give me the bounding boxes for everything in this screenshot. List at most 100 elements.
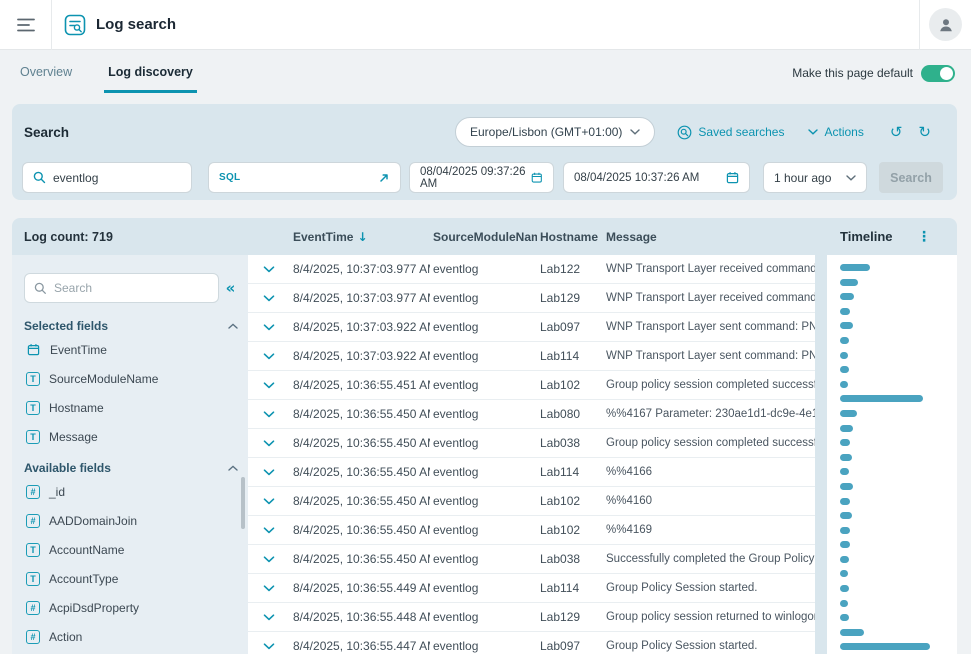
panel-gap xyxy=(815,255,827,654)
timeline-bar xyxy=(840,512,852,519)
cell-event-time: 8/4/2025, 10:36:55.450 AM xyxy=(290,516,430,544)
hamburger-icon xyxy=(17,18,35,32)
field-item[interactable]: TSourceModuleName xyxy=(24,364,238,393)
tab-overview[interactable]: Overview xyxy=(16,53,76,93)
column-header-sourcemodulename[interactable]: SourceModuleName xyxy=(430,230,537,244)
make-default-toggle[interactable] xyxy=(921,65,955,82)
column-header-hostname[interactable]: Hostname xyxy=(537,230,603,244)
expand-icon[interactable] xyxy=(378,172,390,184)
menu-toggle-button[interactable] xyxy=(0,0,52,50)
row-expand-button[interactable] xyxy=(248,545,290,573)
fields-search-box xyxy=(24,273,219,303)
chevron-down-icon xyxy=(263,266,275,273)
undo-icon[interactable]: ↺ xyxy=(890,123,903,141)
cell-event-time: 8/4/2025, 10:36:55.449 AM xyxy=(290,574,430,602)
timeline-bar xyxy=(840,585,849,592)
cell-message: Group policy session completed successfu… xyxy=(603,371,815,399)
search-button[interactable]: Search xyxy=(879,162,943,193)
timeline-bar xyxy=(840,614,849,621)
timeline-bar xyxy=(840,439,850,446)
search-panel-header: Search Europe/Lisbon (GMT+01:00) Saved s… xyxy=(12,104,957,154)
cell-source-module: eventlog xyxy=(430,487,537,515)
number-type-icon: # xyxy=(26,485,40,499)
row-expand-button[interactable] xyxy=(248,516,290,544)
query-input-box xyxy=(22,162,192,193)
topbar-right xyxy=(919,0,971,50)
row-expand-button[interactable] xyxy=(248,632,290,654)
sort-desc-icon[interactable]: ↓ xyxy=(357,230,367,244)
row-expand-button[interactable] xyxy=(248,313,290,341)
topbar: Log search xyxy=(0,0,971,50)
field-label: AccountName xyxy=(49,543,124,557)
table-row: 8/4/2025, 10:36:55.451 AMeventlogLab102G… xyxy=(248,371,815,400)
actions-button[interactable]: Actions xyxy=(808,125,863,139)
row-expand-button[interactable] xyxy=(248,487,290,515)
selected-fields-header[interactable]: Selected fields xyxy=(24,317,238,335)
column-header-eventtime[interactable]: EventTime ↓ xyxy=(290,230,430,244)
timezone-select[interactable]: Europe/Lisbon (GMT+01:00) xyxy=(455,117,655,147)
cell-hostname: Lab102 xyxy=(537,487,603,515)
results-body: « Selected fields EventTimeTSourceModule… xyxy=(12,255,957,654)
time-range-select[interactable]: 1 hour ago xyxy=(763,162,867,193)
cell-hostname: Lab114 xyxy=(537,342,603,370)
field-item[interactable]: #_id xyxy=(24,477,238,506)
timeline-bar xyxy=(840,381,848,388)
timeline-bar xyxy=(840,279,858,286)
field-item[interactable]: #AADDomainJoin xyxy=(24,506,238,535)
number-type-icon: # xyxy=(26,601,40,615)
end-time-input[interactable]: 08/04/2025 10:37:26 AM xyxy=(563,162,750,193)
available-fields-header[interactable]: Available fields xyxy=(24,459,238,477)
fields-sidebar: « Selected fields EventTimeTSourceModule… xyxy=(12,255,248,654)
text-type-icon: T xyxy=(26,372,40,386)
tab-log-discovery[interactable]: Log discovery xyxy=(104,53,197,93)
row-expand-button[interactable] xyxy=(248,371,290,399)
cell-source-module: eventlog xyxy=(430,632,537,654)
collapse-sidebar-icon[interactable]: « xyxy=(223,279,238,297)
field-label: AcpiDsdProperty xyxy=(49,601,139,615)
table-row: 8/4/2025, 10:36:55.447 AMeventlogLab097G… xyxy=(248,632,815,654)
field-item[interactable]: TAccountType xyxy=(24,564,238,593)
redo-icon[interactable]: ↻ xyxy=(918,123,931,141)
field-item[interactable]: TMessage xyxy=(24,422,238,451)
start-time-input[interactable]: 08/04/2025 09:37:26 AM xyxy=(409,162,554,193)
start-time-value: 08/04/2025 09:37:26 AM xyxy=(420,166,531,190)
row-expand-button[interactable] xyxy=(248,342,290,370)
field-label: AADDomainJoin xyxy=(49,514,137,528)
query-input[interactable] xyxy=(53,171,181,185)
selected-fields-list: EventTimeTSourceModuleNameTHostnameTMess… xyxy=(24,335,238,451)
field-item[interactable]: TAccountName xyxy=(24,535,238,564)
field-item[interactable]: # AcpiDsdProperty xyxy=(24,593,238,622)
results-header-strip: Log count: 719 EventTime ↓ SourceModuleN… xyxy=(12,218,957,255)
chevron-down-icon xyxy=(263,440,275,447)
timeline-chart[interactable] xyxy=(827,255,957,654)
table-row: 8/4/2025, 10:37:03.922 AMeventlogLab097W… xyxy=(248,313,815,342)
row-expand-button[interactable] xyxy=(248,284,290,312)
column-header-message[interactable]: Message xyxy=(603,230,815,244)
timeline-bar xyxy=(840,483,853,490)
saved-search-icon xyxy=(677,125,692,140)
table-row: 8/4/2025, 10:36:55.450 AMeventlogLab080%… xyxy=(248,400,815,429)
row-expand-button[interactable] xyxy=(248,255,290,283)
field-item[interactable]: THostname xyxy=(24,393,238,422)
row-expand-button[interactable] xyxy=(248,400,290,428)
timeline-bar xyxy=(840,264,870,271)
chevron-down-icon xyxy=(263,295,275,302)
row-expand-button[interactable] xyxy=(248,603,290,631)
sidebar-scrollbar[interactable] xyxy=(241,477,245,529)
timeline-bar xyxy=(840,468,849,475)
user-avatar[interactable] xyxy=(929,8,962,41)
saved-searches-button[interactable]: Saved searches xyxy=(677,125,784,140)
sql-query-box[interactable]: SQL xyxy=(208,162,401,193)
row-expand-button[interactable] xyxy=(248,429,290,457)
cell-event-time: 8/4/2025, 10:36:55.450 AM xyxy=(290,458,430,486)
cell-source-module: eventlog xyxy=(430,313,537,341)
timeline-bar xyxy=(840,308,850,315)
fields-search-input[interactable] xyxy=(54,281,209,295)
row-expand-button[interactable] xyxy=(248,458,290,486)
timeline-menu-icon[interactable]: ⋮ xyxy=(917,229,931,245)
field-item[interactable]: EventTime xyxy=(24,335,238,364)
field-label: AccountType xyxy=(49,572,118,586)
row-expand-button[interactable] xyxy=(248,574,290,602)
field-item[interactable]: #Action xyxy=(24,622,238,651)
tabs-row: Overview Log discovery Make this page de… xyxy=(0,50,971,96)
